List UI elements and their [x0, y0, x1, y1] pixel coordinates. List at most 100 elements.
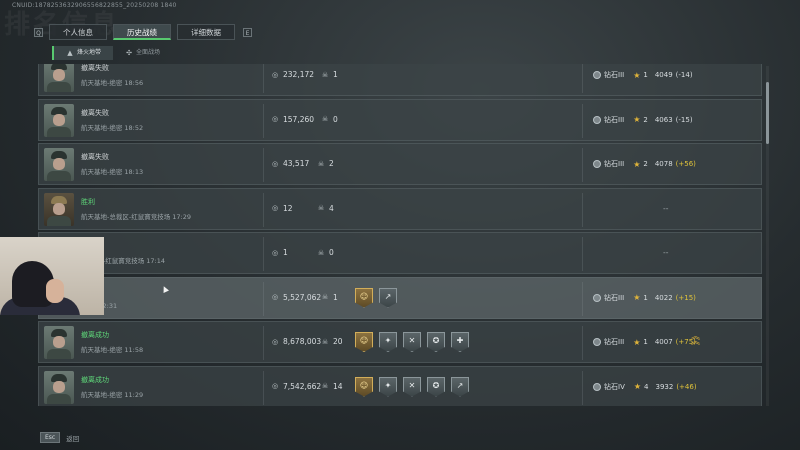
- match-row[interactable]: 撤离失败 航天基地-绝密 18:52 ◎ 157,260 ☠ 0 钻石III ★ 2 4063 (-…: [38, 98, 762, 141]
- match-row[interactable]: 撤离成功 航天基地-绝密 11:29 ◎ 7,542,662 ☠ 14 ☺ ✦ ✕ ✪ ↗ 钻石IV ★…: [38, 365, 762, 406]
- coin-icon: ◎: [271, 337, 279, 346]
- star-icon: ★: [633, 382, 642, 391]
- subtab-hazard-zone[interactable]: ▲ 烽火地带: [52, 46, 114, 60]
- match-row[interactable]: 撤离失败 航天基地-绝密 18:13 ◎ 43,517 ☠ 2 钻石III ★ 2 4078 (+5…: [38, 143, 762, 185]
- avatar-face: [53, 69, 65, 81]
- rank-score: 4078: [654, 160, 673, 168]
- tab-match-history[interactable]: 历史战绩: [113, 24, 171, 40]
- kills-value: 14: [333, 381, 343, 391]
- achievement-badge-icon[interactable]: ✚: [451, 332, 469, 352]
- rank-emblem-icon: [593, 71, 601, 79]
- achievement-badge-icon[interactable]: ✦: [379, 332, 397, 352]
- match-result: 撤离失败: [81, 153, 109, 161]
- avatar-face: [53, 336, 65, 348]
- match-location-time: 航天基地-绝密 11:29: [81, 390, 144, 399]
- avatar-body: [47, 171, 71, 181]
- money-value: 232,172: [283, 70, 315, 79]
- operator-avatar: [44, 326, 74, 359]
- achievement-badge-icon[interactable]: ↗: [451, 376, 469, 397]
- skull-icon: ☠: [321, 293, 329, 301]
- footer-bar: Esc 返回: [40, 432, 79, 443]
- operator-avatar: [44, 370, 74, 404]
- score-delta-value: (-15): [675, 115, 693, 124]
- column-divider: [263, 192, 264, 227]
- rank-emblem-icon: [593, 293, 601, 302]
- rank-stars: 1: [643, 71, 648, 79]
- score-delta: (-15): [676, 116, 693, 124]
- achievement-badge-icon[interactable]: ✪: [427, 332, 445, 352]
- kills-stat: ☠ 4: [317, 204, 334, 213]
- tab-personal-info[interactable]: 个人信息: [49, 24, 107, 40]
- scrollbar-thumb[interactable]: [766, 82, 769, 144]
- subtab-full-battlefield[interactable]: ✣ 全面战场: [113, 46, 172, 60]
- achievement-badge-icon[interactable]: ☺: [355, 376, 373, 397]
- esc-key-hint[interactable]: Esc: [40, 432, 61, 443]
- operator-avatar: [44, 64, 74, 92]
- column-divider: [263, 64, 264, 93]
- match-result: 撤离失败: [81, 64, 109, 72]
- kills-value: 4: [329, 203, 334, 213]
- mode-subtab-bar: ▲ 烽火地带 ✣ 全面战场: [52, 46, 172, 60]
- rank-name: 钻石III: [604, 71, 625, 79]
- match-location-time: 航天基地-绝密 18:52: [81, 123, 144, 132]
- skull-icon: ☠: [317, 248, 325, 257]
- tab-detailed-data[interactable]: 详细数据: [177, 24, 235, 40]
- next-tab-key-hint[interactable]: E: [243, 27, 252, 37]
- kills-value: 1: [333, 70, 338, 79]
- rank-name: 钻石III: [604, 338, 625, 346]
- match-row[interactable]: 撤离失败 航天基地-绝密 18:56 ◎ 232,172 ☠ 1 钻石III ★ 1 4049 (-…: [38, 64, 762, 96]
- score-delta-value: (+56): [675, 160, 696, 168]
- money-stat: ◎ 7,542,662: [271, 382, 321, 391]
- skull-icon: ☠: [317, 204, 325, 212]
- money-stat: ◎ 8,678,003: [271, 337, 321, 346]
- rank-stars: 1: [643, 293, 648, 302]
- coin-icon: ◎: [271, 248, 279, 257]
- rank-stars: 2: [643, 160, 648, 168]
- column-divider: [263, 103, 264, 138]
- match-row[interactable]: 撤离成功 航天基地-绝密 11:58 ◎ 8,678,003 ☠ 20 ☺ ✦ ✕ ✪ ✚ 钻石III…: [38, 321, 762, 363]
- match-row[interactable]: -绝密 12:31◎5,527,062☠1☺↗钻石III★14022(+15): [38, 276, 762, 319]
- operator-avatar: [44, 148, 74, 181]
- rank-up-chevron-icon: ︽ ︽: [691, 332, 701, 347]
- star-icon: ★: [633, 159, 641, 169]
- kills-stat: ☠ 1: [321, 293, 338, 302]
- prev-tab-key-hint[interactable]: Q: [34, 27, 43, 37]
- score-delta: (-14): [676, 71, 693, 79]
- score-delta: (+46): [676, 383, 696, 391]
- skull-icon: ☠: [321, 382, 329, 390]
- back-label[interactable]: 返回: [66, 433, 79, 443]
- achievement-badge-icon[interactable]: ✕: [403, 376, 421, 397]
- rank-name: 钻石III: [604, 115, 625, 124]
- column-divider: [582, 148, 583, 182]
- achievement-badges: ☺ ✦ ✕ ✪ ✚: [355, 332, 469, 352]
- column-divider: [263, 326, 264, 360]
- achievement-badge-icon[interactable]: ✪: [427, 376, 445, 397]
- achievement-badge-icon[interactable]: ✕: [403, 332, 421, 352]
- avatar-body: [47, 126, 71, 137]
- match-row[interactable]: 胜利 航天基地-总裁区-红鼠寶竞技场 17:29 ◎ 12 ☠ 4 --: [38, 187, 762, 230]
- match-history-list: 撤离失败 航天基地-绝密 18:56 ◎ 232,172 ☠ 1 钻石III ★ 1 4049 (-…: [38, 64, 762, 406]
- rank-empty: --: [663, 248, 669, 257]
- kills-stat: ☠ 0: [317, 248, 334, 257]
- coin-icon: ◎: [271, 204, 279, 212]
- money-value: 8,678,003: [283, 337, 322, 346]
- money-stat: ◎ 43,517: [271, 159, 309, 168]
- money-stat: ◎ 1: [271, 248, 288, 257]
- match-location-time: 航天基地-绝密 18:13: [81, 168, 144, 176]
- match-result: 撤离成功: [81, 375, 109, 384]
- achievement-badge-icon[interactable]: ↗: [379, 287, 397, 308]
- achievement-badge-icon[interactable]: ✦: [379, 376, 397, 397]
- column-divider: [263, 148, 264, 182]
- match-row[interactable]: -核心区-红鼠寶竞技场 17:14 ◎ 1 ☠ 0 --: [38, 232, 762, 274]
- match-location-time: 航天基地-绝密 18:56: [81, 79, 144, 87]
- money-value: 7,542,662: [283, 381, 322, 391]
- score-delta-value: (+46): [676, 382, 697, 391]
- star-icon: ★: [633, 337, 641, 347]
- money-value: 12: [283, 203, 293, 213]
- streamer-webcam-overlay: [0, 237, 104, 315]
- column-divider: [582, 326, 583, 360]
- rank-info: 钻石III ★ 1 4007 (+75): [593, 337, 696, 347]
- achievement-badge-icon[interactable]: ☺: [355, 287, 373, 308]
- coin-icon: ◎: [271, 70, 279, 79]
- achievement-badge-icon[interactable]: ☺: [355, 332, 373, 352]
